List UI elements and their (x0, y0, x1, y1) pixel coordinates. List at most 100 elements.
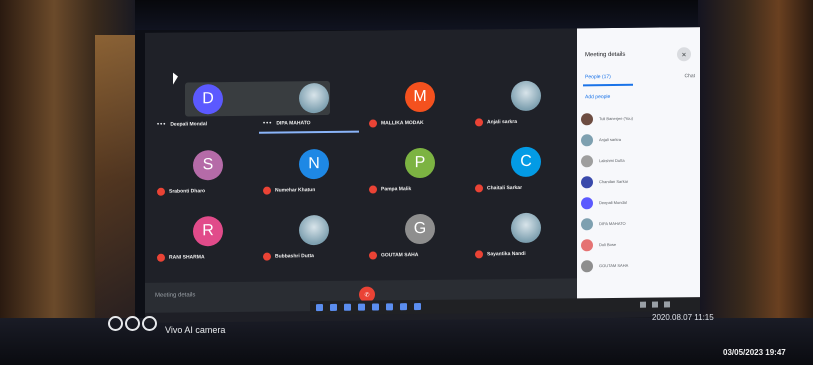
video-grid: D ••• Deepali Mondal ••• DIPA MAHATO M MALLIKA… (145, 28, 577, 291)
participant-name: RANI SHARMA (169, 254, 205, 261)
mic-off-icon (157, 187, 165, 196)
participant-name-row: Srabonti Dharo (157, 187, 205, 196)
participant-avatar: N (299, 148, 329, 180)
participant-avatar: P (405, 147, 435, 179)
participant-list-avatar (581, 259, 593, 272)
participant-name-row: ••• Deepali Mondal (157, 121, 207, 128)
participant-tile[interactable]: ••• DIPA MAHATO (259, 77, 367, 138)
participant-list-avatar (581, 238, 593, 251)
tab-chat[interactable]: Chat (684, 73, 695, 79)
mic-off-icon (263, 252, 271, 261)
participant-list-avatar (581, 112, 593, 125)
participant-name-row: RANI SHARMA (157, 253, 205, 262)
participant-tile[interactable]: N Numehar Khatun (259, 143, 367, 204)
participant-name: Numehar Khatun (275, 187, 316, 194)
participant-name-row: Bubbashri Dutta (263, 252, 314, 261)
mic-off-icon (369, 185, 377, 194)
taskbar-app-icon[interactable] (316, 304, 323, 312)
tab-people[interactable]: People (17) (585, 74, 611, 80)
participant-tile[interactable]: G GOUTAM SAHA (365, 207, 473, 268)
participant-name: MALLIKA MODAK (381, 119, 424, 127)
participant-tile[interactable]: C Chaitali Sarkar (471, 140, 579, 201)
taskbar-app-icon[interactable] (358, 303, 365, 311)
participant-list-item[interactable]: Anjali sarkra (581, 128, 697, 150)
participant-tile[interactable]: M MALLIKA MODAK (365, 75, 473, 136)
taskbar-app-icon[interactable] (344, 303, 351, 311)
participant-tile[interactable]: S Srabonti Dharo (153, 144, 261, 205)
taskbar-app-icon[interactable] (386, 303, 393, 311)
audio-level-icon: ••• (157, 121, 167, 128)
participant-list-name: GOUTAM SAHA (599, 262, 629, 269)
participant-avatar: G (405, 213, 435, 245)
taskbar-app-icon[interactable] (372, 303, 379, 311)
windows-taskbar (310, 297, 700, 316)
tray-icon[interactable] (640, 301, 646, 308)
participant-list-avatar (581, 133, 593, 146)
participant-name: Sayantika Nandi (487, 250, 526, 258)
audio-level-icon: ••• (263, 120, 273, 127)
monitor-screen: D ••• Deepali Mondal ••• DIPA MAHATO M MALLIKA… (145, 27, 700, 323)
participant-name: Pampa Malik (381, 186, 412, 193)
participant-name-row: Numehar Khatun (263, 186, 315, 195)
mic-off-icon (369, 119, 377, 128)
participant-list-item[interactable]: GOUTAM SAHA (581, 254, 697, 276)
participant-list-avatar (581, 154, 593, 167)
participant-avatar: C (511, 146, 541, 178)
participant-name-row: Sayantika Nandi (475, 250, 526, 259)
participant-tile[interactable]: P Pampa Malik (365, 141, 473, 202)
participant-list-item[interactable]: Chandan Sarkar (581, 170, 697, 192)
participant-list: Tuli Banerjee (You) Anjali sarkra Lakshmi … (581, 107, 697, 276)
taskbar-app-icon[interactable] (414, 303, 421, 311)
participant-name: Bubbashri Dutta (275, 253, 314, 260)
participant-name: Anjali sarkra (487, 119, 518, 126)
active-tab-indicator (583, 83, 633, 87)
panel-title: Meeting details (585, 51, 626, 59)
participant-tile[interactable]: Anjali sarkra (471, 74, 579, 135)
participant-list-item[interactable]: DIPA MAHATO (581, 212, 697, 234)
mic-off-icon (475, 118, 483, 127)
taskbar-app-icon[interactable] (400, 303, 407, 311)
participant-name: Srabonti Dharo (169, 188, 206, 195)
taskbar-app-icon[interactable] (330, 303, 337, 311)
tray-icon[interactable] (664, 301, 670, 308)
participant-name: GOUTAM SAHA (381, 252, 419, 259)
photo-date-stamp: 03/05/2023 19:47 (723, 348, 786, 357)
participant-list-name: DIPA MAHATO (599, 220, 626, 227)
participant-list-name: Chandan Sarkar (599, 178, 629, 185)
participant-tile[interactable]: D ••• Deepali Mondal (153, 78, 261, 139)
participant-list-avatar (581, 175, 593, 188)
speaking-indicator (259, 130, 359, 134)
participant-avatar: S (193, 150, 223, 181)
participant-tile[interactable]: Bubbashri Dutta (259, 209, 367, 270)
close-icon[interactable]: × (677, 47, 691, 62)
participant-tile[interactable]: Sayantika Nandi (471, 206, 579, 267)
meeting-details-panel: Meeting details × People (17) Chat Add p… (577, 27, 700, 309)
camera-watermark-icon (108, 316, 157, 331)
participant-list-name: Anjali sarkra (599, 136, 622, 143)
participant-avatar: M (405, 81, 435, 113)
participant-avatar: R (193, 216, 223, 247)
participant-name-row: Chaitali Sarkar (475, 184, 523, 193)
participant-list-item[interactable]: Doli Bose (581, 233, 697, 255)
participant-list-item[interactable]: Lakshmi Dutta (581, 149, 697, 171)
mic-off-icon (475, 184, 483, 193)
participant-name-row: MALLIKA MODAK (369, 119, 424, 128)
mic-off-icon (369, 251, 377, 260)
tray-icon[interactable] (652, 301, 658, 308)
mic-off-icon (157, 253, 165, 262)
participant-list-name: Lakshmi Dutta (599, 157, 625, 164)
participant-name-row: Pampa Malik (369, 185, 412, 194)
participant-list-name: Doli Bose (599, 241, 617, 248)
add-people-button[interactable]: Add people (585, 94, 610, 100)
participant-list-item[interactable]: Tuli Banerjee (You) (581, 107, 697, 129)
panel-tabs: People (17) Chat (585, 73, 695, 80)
participant-list-item[interactable]: Deepali Mondal (581, 191, 697, 213)
mic-off-icon (475, 250, 483, 259)
meeting-details-button[interactable]: Meeting details (155, 292, 195, 298)
participant-avatar (299, 82, 329, 114)
participant-list-avatar (581, 217, 593, 230)
participant-list-avatar (581, 196, 593, 209)
participant-name: Chaitali Sarkar (487, 184, 523, 192)
participant-avatar (511, 212, 541, 244)
participant-tile[interactable]: R RANI SHARMA (153, 210, 261, 271)
